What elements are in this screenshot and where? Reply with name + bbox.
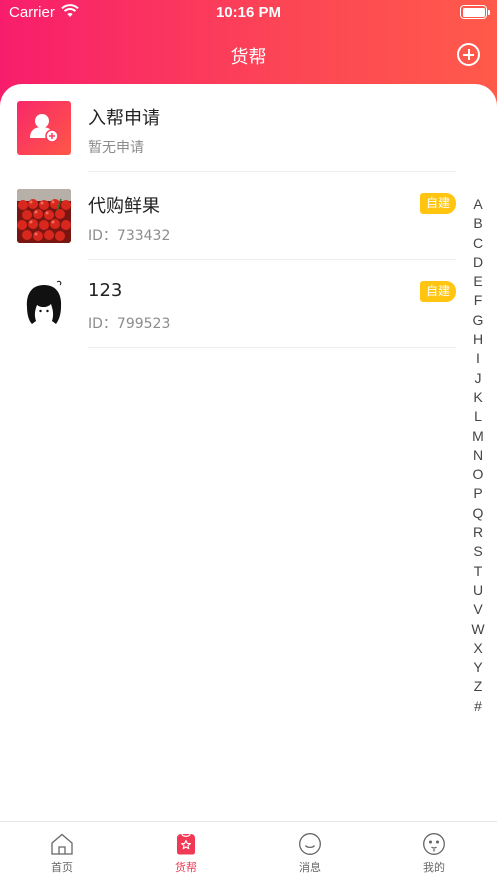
tab-messages[interactable]: 消息 [248, 822, 372, 882]
index-letter[interactable]: Z [474, 677, 483, 696]
group-name: 代购鲜果 [88, 196, 160, 217]
profile-face-icon [422, 832, 446, 856]
index-letter[interactable]: F [474, 291, 483, 310]
clock: 10:16 PM [215, 4, 282, 21]
join-request-row[interactable]: 入帮申请 暂无申请 [0, 84, 465, 172]
page-title: 货帮 [230, 47, 267, 68]
tab-bar: 首页 货帮 消息 我的 [0, 821, 497, 883]
tab-label: 首页 [51, 861, 73, 874]
index-letter[interactable]: C [473, 234, 483, 253]
index-letter[interactable]: N [473, 446, 483, 465]
tab-label: 货帮 [175, 861, 197, 874]
index-letter[interactable]: X [473, 639, 482, 658]
tab-mine[interactable]: 我的 [372, 822, 496, 882]
index-letter[interactable]: G [473, 311, 484, 330]
index-letter[interactable]: I [476, 349, 480, 368]
index-letter[interactable]: R [473, 523, 483, 542]
group-id: ID：733432 [88, 228, 171, 244]
star-bag-icon [174, 832, 198, 856]
index-letter[interactable]: # [474, 697, 482, 716]
alphabet-index[interactable]: A B C D E F G H I J K L M N O P Q R S T U V W X Y Z # [469, 195, 487, 716]
index-letter[interactable]: U [473, 581, 483, 600]
tab-huobang[interactable]: 货帮 [124, 822, 248, 882]
index-letter[interactable]: J [475, 369, 482, 388]
index-letter[interactable]: O [473, 465, 484, 484]
index-letter[interactable]: P [473, 484, 482, 503]
index-letter[interactable]: Q [473, 504, 484, 523]
tab-home[interactable]: 首页 [0, 822, 124, 882]
index-letter[interactable]: K [473, 388, 482, 407]
battery-icon [460, 5, 490, 19]
group-avatar-girl-sketch [17, 277, 71, 331]
index-letter[interactable]: H [473, 330, 483, 349]
status-bar: Carrier 10:16 PM [0, 0, 497, 26]
user-add-icon [17, 101, 71, 155]
index-letter[interactable]: E [473, 272, 482, 291]
content-sheet: 入帮申请 暂无申请 代购鲜果 ID：733432 自建 123 ID：79952… [0, 84, 497, 822]
self-built-badge: 自建 [420, 281, 456, 302]
self-built-badge: 自建 [420, 193, 456, 214]
tab-label: 我的 [423, 861, 445, 874]
home-icon [50, 832, 74, 856]
group-row[interactable]: 代购鲜果 ID：733432 自建 [0, 172, 465, 260]
message-smile-icon [298, 832, 322, 856]
index-letter[interactable]: T [474, 562, 483, 581]
add-circle-button[interactable] [457, 43, 480, 66]
group-row[interactable]: 123 ID：799523 自建 [0, 260, 465, 348]
divider [88, 347, 456, 348]
index-letter[interactable]: L [474, 407, 482, 426]
join-request-status: 暂无申请 [88, 140, 144, 156]
index-letter[interactable]: V [473, 600, 482, 619]
index-letter[interactable]: A [473, 195, 482, 214]
group-name: 123 [88, 280, 123, 301]
index-letter[interactable]: B [473, 214, 482, 233]
join-request-title: 入帮申请 [88, 108, 160, 129]
index-letter[interactable]: D [473, 253, 483, 272]
group-id: ID：799523 [88, 316, 171, 332]
tab-label: 消息 [299, 861, 321, 874]
index-letter[interactable]: Y [473, 658, 482, 677]
index-letter[interactable]: S [473, 542, 482, 561]
group-avatar-fruit-photo [17, 189, 71, 243]
index-letter[interactable]: W [471, 620, 484, 639]
index-letter[interactable]: M [472, 427, 484, 446]
